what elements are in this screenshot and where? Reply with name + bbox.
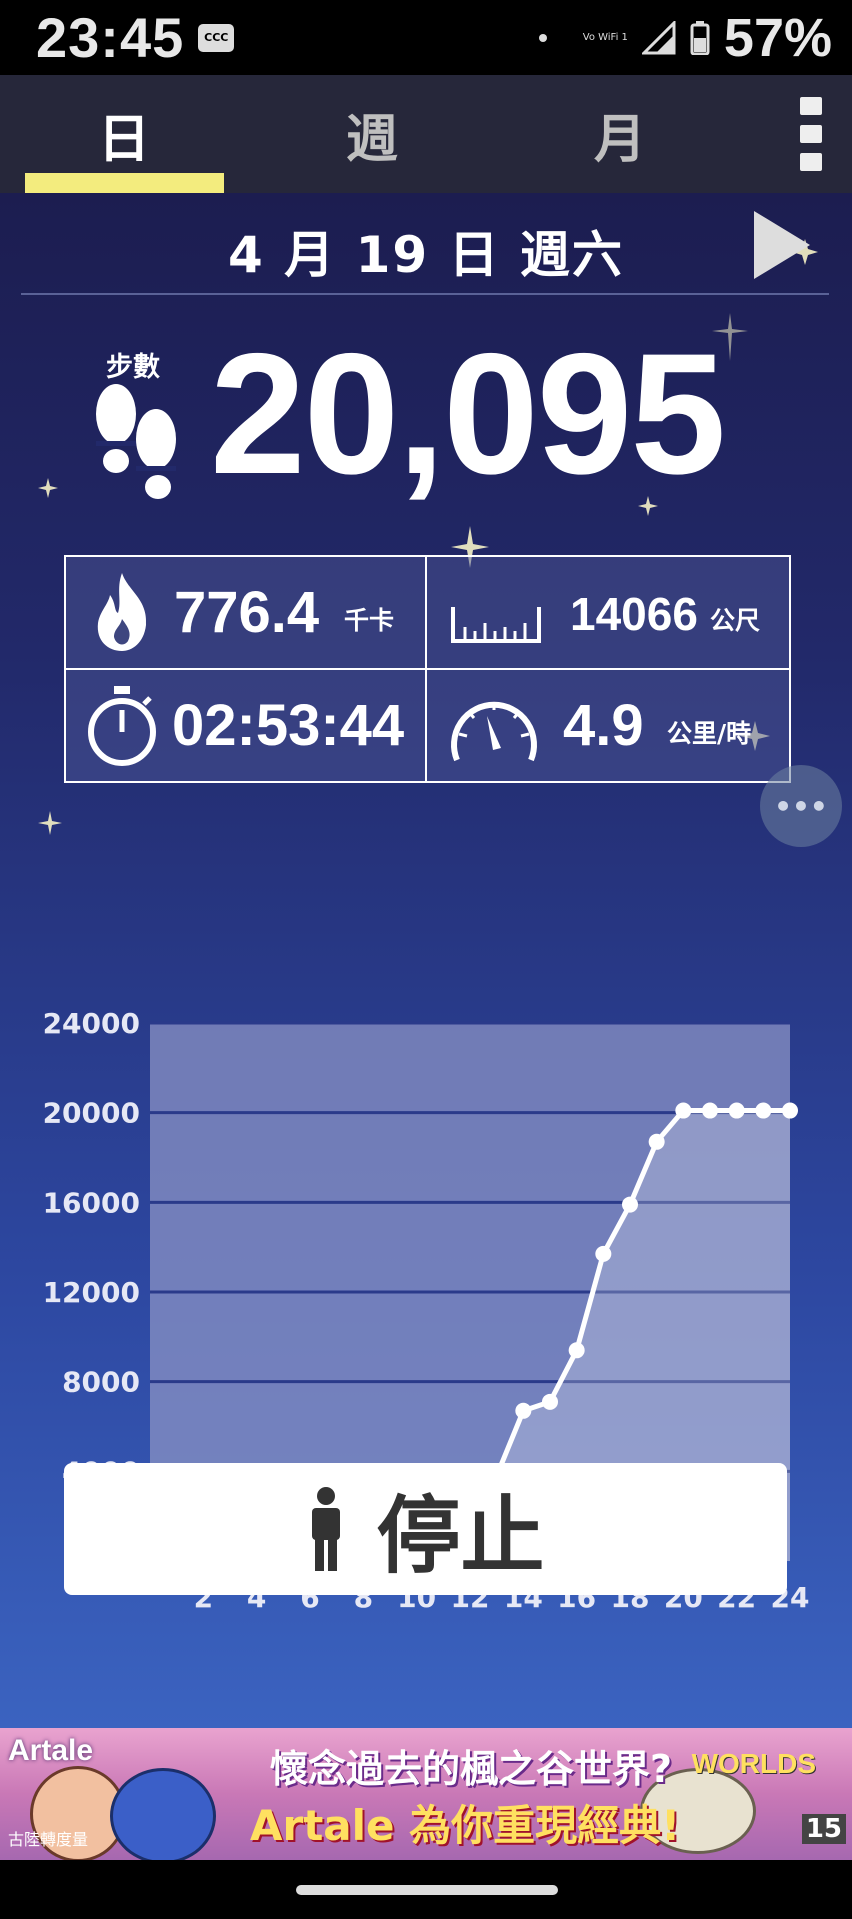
ad-snail-image <box>110 1768 216 1860</box>
data-point <box>782 1102 798 1119</box>
data-point <box>542 1393 558 1410</box>
ad-worlds-logo: WORLDS <box>691 1748 816 1779</box>
duration-stat: 02:53:44 <box>66 670 425 781</box>
ad-headline: 懷念過去的楓之谷世界? <box>270 1747 673 1791</box>
menu-dot-icon <box>800 97 822 115</box>
home-gesture-bar[interactable] <box>296 1885 558 1895</box>
menu-dot-icon <box>800 153 822 171</box>
ruler-icon <box>451 607 541 643</box>
divider <box>21 293 829 295</box>
notification-dot-icon <box>538 33 547 42</box>
status-time: 23:45 <box>36 6 185 69</box>
data-point <box>755 1102 772 1119</box>
step-count: 20,095 <box>210 318 726 510</box>
navigation-bar <box>0 1860 852 1919</box>
distance-stat: 14066 公尺 <box>427 557 786 668</box>
data-point <box>702 1102 718 1119</box>
period-tab-bar: 日 週 月 <box>0 75 852 193</box>
data-point <box>568 1342 585 1359</box>
duration-value: 02:53:44 <box>172 693 405 758</box>
data-point <box>515 1402 532 1419</box>
ad-brand-logo: Artale <box>8 1734 94 1767</box>
tab-month[interactable]: 月 <box>520 75 720 193</box>
speed-unit: 公里/時 <box>667 719 752 748</box>
vowifi-icon: Vo WiFi 1 <box>582 31 628 43</box>
stop-button[interactable]: 停止 <box>64 1463 787 1595</box>
overflow-menu-button[interactable] <box>800 97 824 171</box>
ad-tag: 古陸轉度量 <box>8 1830 89 1849</box>
data-point <box>622 1196 638 1213</box>
data-point <box>648 1133 665 1150</box>
status-bar: 23:45 CCC Vo WiFi 1 57% <box>0 0 852 75</box>
footprints-icon <box>96 384 176 499</box>
calories-unit: 千卡 <box>344 606 395 635</box>
battery-percentage: 57% <box>723 7 832 68</box>
sparkle-decoration <box>38 239 818 835</box>
y-tick-label: 16000 <box>43 1186 140 1219</box>
distance-value: 14066 <box>570 588 698 640</box>
current-date: 4 月 19 日 週六 <box>228 226 624 284</box>
ad-banner[interactable]: Artale 古陸轉度量 懷念過去的楓之谷世界? Artale 為你重現經典! … <box>0 1728 852 1860</box>
next-day-arrow-icon[interactable] <box>754 211 810 279</box>
stop-button-label: 停止 <box>376 1486 545 1585</box>
y-tick-label: 8000 <box>62 1366 140 1399</box>
stats-grid: 776.4 千卡 14066 公尺 02:53:44 4.9 公里/時 <box>64 555 791 783</box>
main-content: 4 月 19 日 週六 步數 20,095 776.4 千卡 14066 公尺 … <box>0 193 852 1728</box>
flame-icon <box>97 573 147 651</box>
selected-tab-indicator <box>25 173 224 193</box>
floating-more-button[interactable]: ••• <box>760 765 842 847</box>
ad-age-rating: 15 <box>801 1814 846 1844</box>
menu-dot-icon <box>800 125 822 143</box>
stopwatch-icon <box>88 686 156 766</box>
ad-subheadline: Artale 為你重現經典! <box>250 1801 681 1850</box>
speed-value: 4.9 <box>563 693 644 758</box>
date-header: 4 月 19 日 週六 <box>0 193 852 293</box>
distance-unit: 公尺 <box>710 606 761 635</box>
speed-stat: 4.9 公里/時 <box>427 670 786 781</box>
y-tick-label: 12000 <box>43 1276 140 1309</box>
calories-value: 776.4 <box>174 580 320 645</box>
battery-icon <box>690 20 710 55</box>
signal-icon <box>641 20 676 54</box>
data-point <box>595 1245 612 1262</box>
calories-stat: 776.4 千卡 <box>66 557 425 668</box>
data-point <box>728 1102 745 1119</box>
person-icon <box>312 1487 341 1571</box>
y-tick-label: 20000 <box>43 1097 140 1130</box>
y-tick-label: 24000 <box>43 1007 140 1040</box>
carrier-icon: CCC <box>198 23 235 52</box>
speedometer-icon <box>451 701 537 762</box>
tab-week[interactable]: 週 <box>272 75 472 193</box>
data-point <box>675 1102 692 1119</box>
